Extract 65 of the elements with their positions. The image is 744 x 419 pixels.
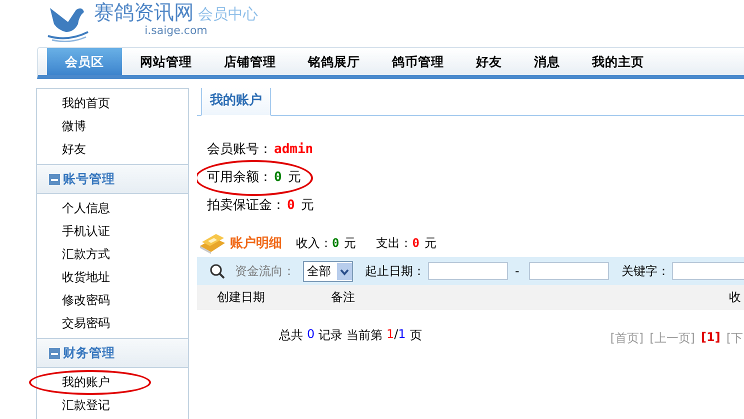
sidebar-item[interactable]: 手机认证 <box>62 223 110 240</box>
logo-subtitle: 会员中心 <box>198 5 258 24</box>
info-label: 可用余额： <box>207 169 272 186</box>
unit-label: 元 <box>300 197 314 214</box>
info-value: 0 <box>274 170 282 184</box>
sidebar-item[interactable]: 修改密码 <box>62 292 110 309</box>
page-tab[interactable]: 我的账户 <box>201 88 271 116</box>
section-header[interactable]: 财务管理 <box>37 338 188 368</box>
sidebar-item[interactable]: 交易密码 <box>62 315 110 332</box>
sidebar-item[interactable]: 微博 <box>62 118 86 135</box>
filter-label: 起止日期： <box>365 262 425 280</box>
sidebar-item[interactable]: 收货地址 <box>62 269 110 286</box>
start-date-field[interactable] <box>428 262 508 280</box>
page-separator: / <box>394 327 398 341</box>
summary-text: 页 <box>410 327 422 344</box>
nav-tab[interactable]: 好友 <box>462 48 516 75</box>
total-pages: 1 <box>398 327 406 341</box>
direction-select[interactable]: 全部 <box>303 260 353 282</box>
nav-tab[interactable]: 铭鸽展厅 <box>294 48 374 75</box>
sidebar-item[interactable]: 汇款登记 <box>62 397 110 414</box>
dropdown-icon <box>337 262 352 280</box>
nav-tab[interactable]: 鸽币管理 <box>378 48 458 75</box>
unit-label: 元 <box>344 234 356 252</box>
total-label: 收入： <box>296 234 332 252</box>
section-header[interactable]: 账号管理 <box>37 164 188 194</box>
nav-tab[interactable]: 我的主页 <box>578 48 658 75</box>
nav-tab[interactable]: 网站管理 <box>126 48 206 75</box>
unit-label: 元 <box>288 169 301 186</box>
current-page: 1 <box>386 327 394 341</box>
date-separator: - <box>515 264 520 278</box>
section-title: 账号管理 <box>63 170 115 188</box>
section-title: 财务管理 <box>63 344 115 362</box>
search-icon <box>209 263 225 279</box>
sidebar-item[interactable]: 我的首页 <box>62 95 110 112</box>
keyword-field[interactable] <box>672 262 744 280</box>
column-header: 收 <box>729 289 741 306</box>
sidebar-item[interactable]: 个人信息 <box>62 200 110 217</box>
filter-label: 资金流向： <box>235 262 295 280</box>
collapse-icon <box>49 174 60 184</box>
summary-text: 总共 <box>279 327 303 344</box>
info-label: 拍卖保证金： <box>207 197 285 214</box>
pager-link[interactable]: [1] <box>700 330 720 347</box>
sidebar-item[interactable]: 汇款方式 <box>62 246 110 263</box>
logo-title: 赛鸽资讯网 <box>94 0 194 24</box>
record-count: 0 <box>307 327 315 343</box>
summary-text: 记录 当前第 <box>318 327 382 344</box>
filter-label: 关键字： <box>621 262 670 280</box>
total-label: 支出： <box>376 234 412 252</box>
money-stack-icon <box>198 232 226 254</box>
section-title: 账户明细 <box>230 234 282 252</box>
info-label: 会员账号： <box>207 141 272 158</box>
total-value: 0 <box>412 236 420 250</box>
collapse-icon <box>49 348 60 358</box>
unit-label: 元 <box>424 234 436 252</box>
total-value: 0 <box>332 236 340 250</box>
column-header: 创建日期 <box>217 289 265 306</box>
logo-domain: i.saige.com <box>144 24 208 37</box>
sidebar-item[interactable]: 我的账户 <box>62 374 110 391</box>
end-date-field[interactable] <box>529 262 610 280</box>
column-header: 备注 <box>331 289 355 306</box>
info-value: 0 <box>287 198 295 212</box>
nav-tab[interactable]: 店铺管理 <box>210 48 290 75</box>
sidebar-item[interactable]: 好友 <box>62 141 86 158</box>
nav-tab[interactable]: 消息 <box>520 48 574 75</box>
info-value: admin <box>274 142 314 156</box>
